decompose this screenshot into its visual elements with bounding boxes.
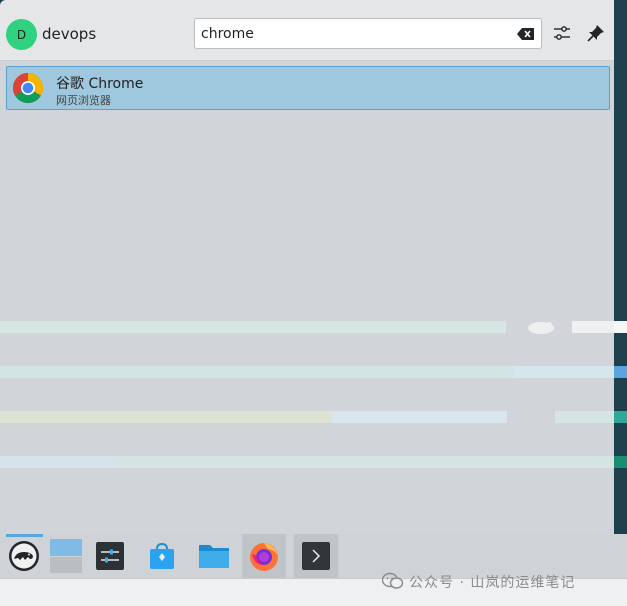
discover-store-icon xyxy=(150,542,174,569)
watermark-text: 公众号 · 山岚的运维笔记 xyxy=(409,575,576,591)
desktop-pager[interactable] xyxy=(44,534,88,578)
wallpaper-stripe xyxy=(0,456,113,468)
avatar-letter: D xyxy=(16,27,27,42)
user-avatar[interactable]: D xyxy=(6,19,37,50)
firefox-task[interactable] xyxy=(242,534,286,578)
pager-desktops xyxy=(50,539,82,573)
search-input[interactable]: chrome xyxy=(194,18,542,49)
wallpaper-stripe xyxy=(332,411,507,423)
chrome-icon xyxy=(12,73,44,104)
application-launcher: D devops chrome 谷歌 Chrome 网页浏览器 xyxy=(0,0,614,534)
search-result-item[interactable]: 谷歌 Chrome 网页浏览器 xyxy=(6,66,610,110)
wallpaper-stripe xyxy=(0,321,506,333)
clear-search-icon[interactable] xyxy=(517,27,535,41)
konsole-task[interactable] xyxy=(294,534,338,578)
terminal-icon xyxy=(302,542,330,570)
configure-icon[interactable] xyxy=(551,22,573,44)
application-menu-button[interactable] xyxy=(2,534,46,578)
wallpaper-stripe xyxy=(0,411,332,423)
wallpaper-stripe xyxy=(572,321,614,333)
wallpaper-edge xyxy=(614,411,627,423)
pin-icon[interactable] xyxy=(585,22,607,44)
user-name: devops xyxy=(42,25,97,43)
wallpaper-edge xyxy=(614,366,627,378)
wallpaper-stripe xyxy=(0,366,514,378)
pager-desktop-2[interactable] xyxy=(50,556,82,573)
pager-desktop-1[interactable] xyxy=(50,539,82,556)
file-manager-icon xyxy=(199,545,229,568)
search-value[interactable]: chrome xyxy=(201,26,254,42)
wallpaper-stripe xyxy=(555,411,614,423)
result-subtitle: 网页浏览器 xyxy=(56,94,111,107)
system-settings-launcher[interactable] xyxy=(88,534,132,578)
system-settings-icon xyxy=(96,542,124,570)
discover-launcher[interactable] xyxy=(140,534,184,578)
wallpaper-edge xyxy=(614,321,627,333)
wallpaper-stripe xyxy=(113,456,614,468)
wallpaper-stripe xyxy=(514,366,614,378)
opensuse-menu-icon xyxy=(9,541,39,571)
active-indicator xyxy=(6,534,43,537)
file-manager-launcher[interactable] xyxy=(192,534,236,578)
wechat-icon xyxy=(382,572,404,589)
launcher-header: D devops chrome xyxy=(0,0,614,61)
firefox-icon xyxy=(250,543,278,571)
opensuse-chameleon-watermark xyxy=(528,322,554,334)
result-title: 谷歌 Chrome xyxy=(56,76,144,92)
wallpaper-edge xyxy=(614,456,627,468)
